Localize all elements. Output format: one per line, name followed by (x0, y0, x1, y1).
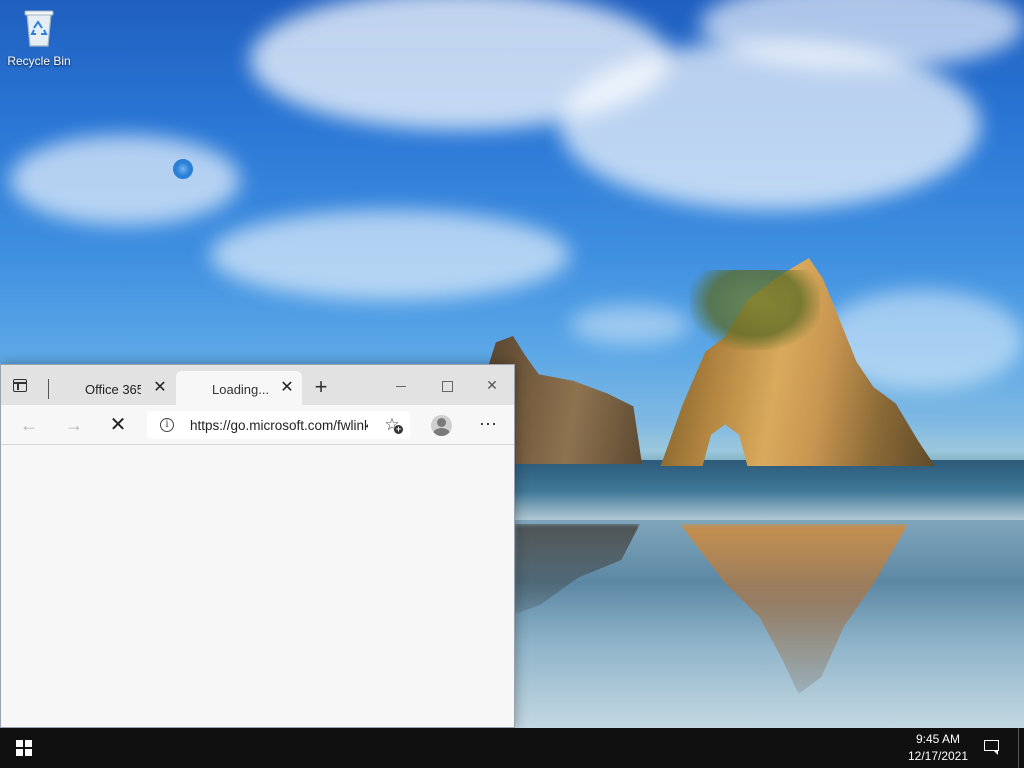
tab-strip: Office 365 ✕ Loading... ✕ + ✕ (1, 365, 514, 405)
stop-loading-icon[interactable]: ✕ (106, 413, 130, 437)
maximize-icon (441, 380, 453, 392)
tab-close-icon[interactable]: ✕ (279, 380, 295, 396)
action-center-button[interactable] (982, 737, 1002, 757)
new-tab-icon[interactable]: + (311, 376, 331, 398)
tab-title: Office 365 (85, 382, 141, 397)
maximize-button[interactable] (435, 375, 459, 395)
more-options-icon[interactable]: ··· (477, 413, 499, 437)
desktop-background: Recycle Bin Office 365 ✕ Loading... ✕ + … (0, 0, 1024, 728)
show-desktop-button[interactable] (1018, 728, 1019, 768)
clock-time: 9:45 AM (915, 732, 961, 746)
cloud (570, 305, 690, 345)
add-favorite-plus-icon: + (394, 424, 403, 434)
tab-separator (48, 379, 49, 399)
tab-title: Loading... (212, 382, 270, 397)
browser-toolbar: ← → ✕ i https://go.microsoft.com/fwlink/… (1, 405, 514, 445)
cloud (210, 210, 570, 300)
page-content[interactable] (1, 445, 514, 727)
notification-icon-tail (993, 750, 998, 755)
desktop-icon-recycle-bin[interactable]: Recycle Bin (2, 6, 76, 68)
minimize-button[interactable] (389, 375, 413, 395)
clock[interactable]: 9:45 AM 12/17/2021 (900, 731, 976, 765)
rock-moss (690, 270, 820, 350)
tab-close-icon[interactable]: ✕ (152, 380, 168, 396)
profile-avatar-icon[interactable] (431, 415, 452, 436)
address-bar[interactable]: i https://go.microsoft.com/fwlink/?linki… (147, 411, 410, 439)
start-button[interactable] (0, 728, 48, 768)
tab-loading[interactable]: Loading... ✕ (176, 371, 302, 405)
url-text[interactable]: https://go.microsoft.com/fwlink/?linkid= (190, 418, 368, 433)
windows-logo-icon (16, 740, 32, 756)
taskbar: 9:45 AM 12/17/2021 (0, 728, 1024, 768)
busy-cursor-icon (173, 159, 193, 179)
tab-office-365[interactable]: Office 365 ✕ (56, 371, 174, 405)
desktop-icon-label: Recycle Bin (7, 54, 71, 68)
clock-date: 12/17/2021 (907, 749, 969, 763)
browser-window[interactable]: Office 365 ✕ Loading... ✕ + ✕ ← → ✕ i ht… (0, 364, 515, 728)
forward-arrow-icon[interactable]: → (62, 413, 86, 437)
info-icon[interactable]: i (160, 418, 174, 432)
back-arrow-icon[interactable]: ← (17, 413, 41, 437)
minimize-icon (396, 385, 406, 387)
cloud (10, 135, 240, 225)
tab-actions-icon[interactable] (13, 379, 27, 392)
recycle-bin-icon (19, 6, 59, 50)
close-window-button[interactable]: ✕ (480, 375, 504, 395)
